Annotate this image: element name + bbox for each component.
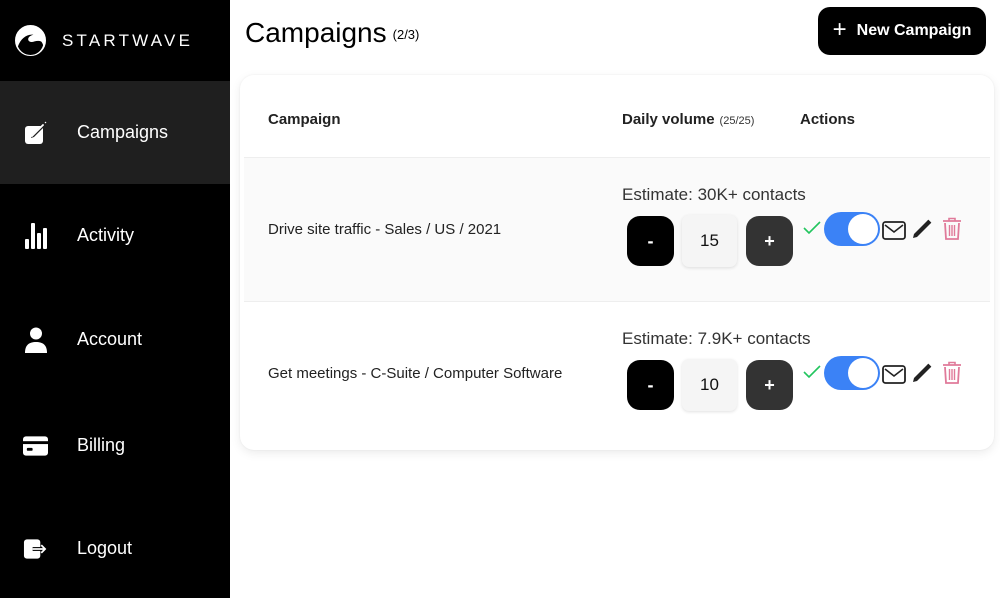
column-header-daily-volume: Daily volume (25/25) <box>622 111 754 128</box>
plus-icon: + <box>832 15 847 43</box>
check-icon <box>802 362 822 382</box>
check-icon <box>802 218 822 238</box>
brand-name: STARTWAVE <box>62 30 194 50</box>
table-row: Drive site traffic - Sales / US / 2021 E… <box>244 157 990 302</box>
sidebar-item-activity[interactable]: Activity <box>0 184 230 287</box>
sidebar-item-label: Account <box>77 329 143 349</box>
sidebar-item-campaigns[interactable]: Campaigns <box>0 81 230 184</box>
toggle-knob <box>848 214 878 244</box>
column-header-campaign: Campaign <box>268 111 341 128</box>
sidebar-item-account[interactable]: Account <box>0 288 230 391</box>
sidebar: STARTWAVE Campaigns Activity Account Bil… <box>0 0 230 598</box>
daily-volume-value[interactable]: 15 <box>682 215 737 267</box>
delete-icon[interactable] <box>940 360 964 386</box>
sidebar-item-label: Billing <box>77 435 126 455</box>
daily-volume-value[interactable]: 10 <box>682 359 737 411</box>
logout-icon <box>23 536 48 561</box>
increase-volume-button[interactable]: + <box>746 360 793 410</box>
new-campaign-button[interactable]: + New Campaign <box>818 7 986 55</box>
user-icon <box>23 327 48 353</box>
sidebar-item-label: Campaigns <box>77 122 169 142</box>
delete-icon[interactable] <box>940 216 964 242</box>
bar-chart-icon <box>23 222 48 249</box>
page-title-text: Campaigns <box>245 17 387 48</box>
page-title: Campaigns (2/3) <box>245 17 419 49</box>
daily-volume-label: Daily volume <box>622 111 715 128</box>
edit-icon[interactable] <box>910 217 934 241</box>
wave-icon <box>15 25 46 56</box>
increase-volume-button[interactable]: + <box>746 216 793 266</box>
brand[interactable]: STARTWAVE <box>0 0 230 81</box>
sidebar-item-label: Activity <box>77 225 135 245</box>
main-content: Campaigns (2/3) + New Campaign Campaign D… <box>230 0 1000 598</box>
credit-card-icon <box>23 433 48 458</box>
campaign-name[interactable]: Drive site traffic - Sales / US / 2021 <box>268 221 501 238</box>
campaign-name[interactable]: Get meetings - C-Suite / Computer Softwa… <box>268 365 562 382</box>
new-campaign-label: New Campaign <box>856 22 972 39</box>
sidebar-item-logout[interactable]: Logout <box>0 497 230 598</box>
table-row: Get meetings - C-Suite / Computer Softwa… <box>244 301 990 446</box>
toggle-knob <box>848 358 878 388</box>
app: STARTWAVE Campaigns Activity Account Bil… <box>0 0 1000 598</box>
column-header-actions: Actions <box>800 111 856 128</box>
edit-icon[interactable] <box>910 361 934 385</box>
campaign-active-toggle[interactable] <box>824 356 880 390</box>
edit-square-icon <box>23 120 48 145</box>
mail-icon[interactable] <box>882 362 906 386</box>
daily-volume-quota: (25/25) <box>719 115 755 127</box>
contact-estimate: Estimate: 7.9K+ contacts <box>622 329 811 348</box>
decrease-volume-button[interactable]: - <box>627 360 674 410</box>
campaign-count: (2/3) <box>392 27 420 42</box>
sidebar-item-label: Logout <box>77 538 133 558</box>
decrease-volume-button[interactable]: - <box>627 216 674 266</box>
mail-icon[interactable] <box>882 218 906 242</box>
campaign-active-toggle[interactable] <box>824 212 880 246</box>
contact-estimate: Estimate: 30K+ contacts <box>622 185 806 204</box>
sidebar-item-billing[interactable]: Billing <box>0 394 230 497</box>
campaigns-table: Campaign Daily volume (25/25) Actions Dri… <box>240 75 994 450</box>
